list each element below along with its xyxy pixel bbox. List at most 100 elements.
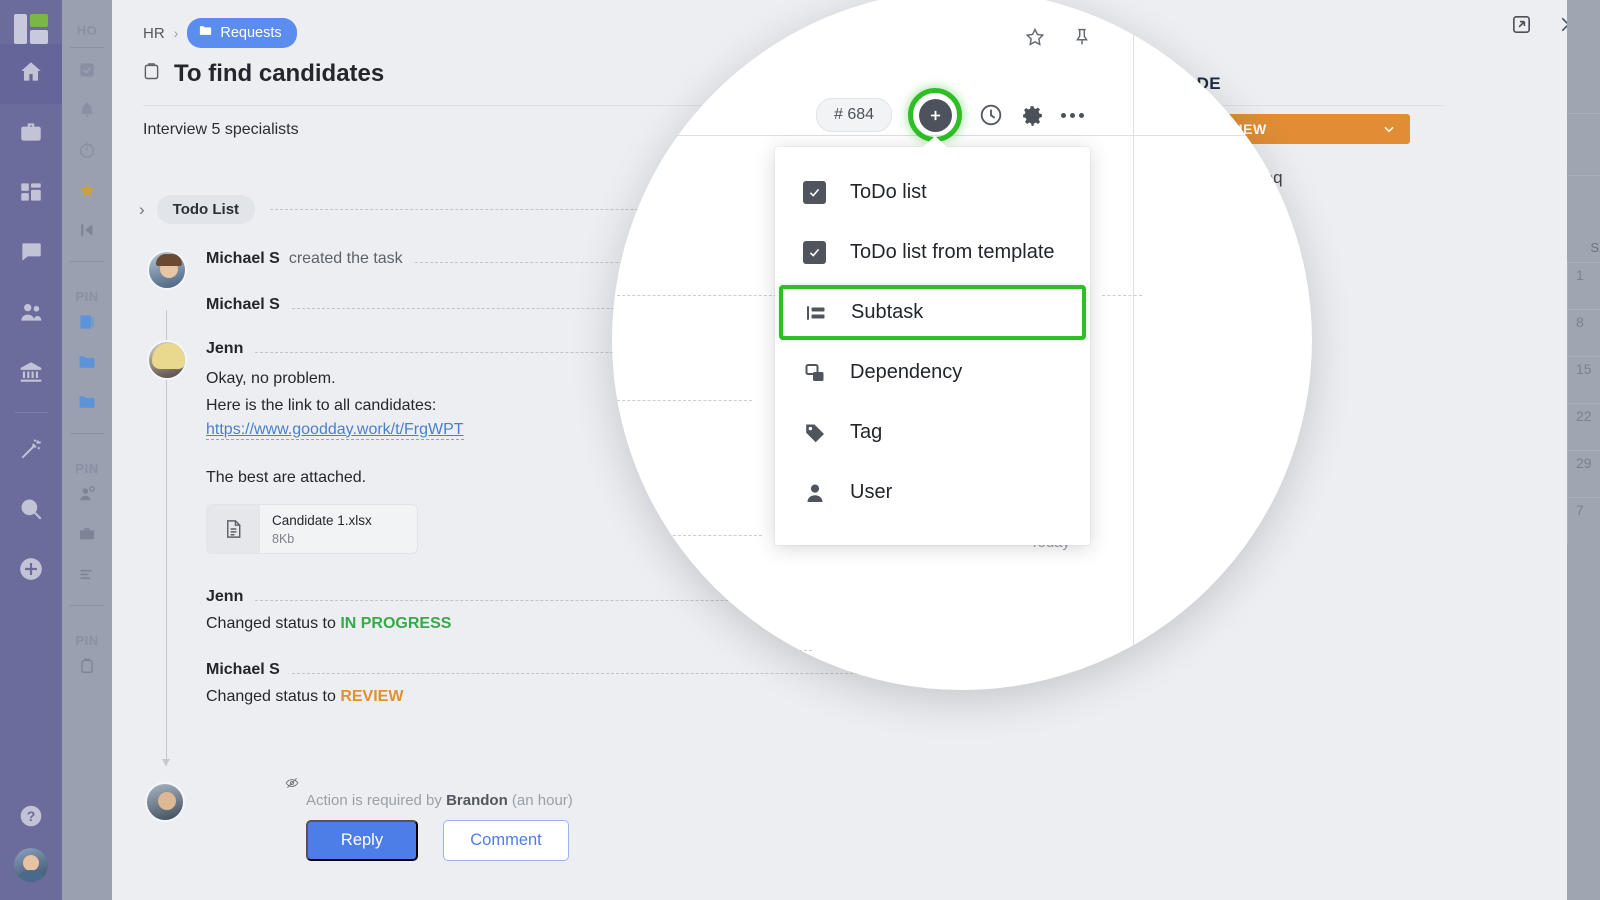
tag-icon — [802, 421, 827, 445]
sidebar-section-home: HO — [77, 23, 98, 38]
pin-icon[interactable] — [1071, 26, 1093, 53]
rail-item-organization[interactable] — [0, 344, 62, 404]
comment-button[interactable]: Comment — [443, 820, 569, 861]
breadcrumb-chip-label: Requests — [220, 25, 281, 41]
board-icon — [77, 312, 97, 337]
rail-item-create[interactable] — [0, 541, 62, 601]
sidebar-section-pinned-1: PIN — [75, 289, 98, 304]
reply-button[interactable]: Reply — [306, 820, 418, 861]
sidebar-item-collapse[interactable] — [62, 212, 112, 252]
calendar-panel: SAT SUN 1 2 83 96 154 16 — [1567, 0, 1600, 900]
status-prefix: Changed status to — [206, 615, 340, 632]
more-icon[interactable] — [1061, 113, 1084, 118]
calendar-grid: 1 2 83 96 154 16 223 231 — [1567, 262, 1600, 544]
calendar-day: 15 — [1576, 361, 1592, 377]
breadcrumb-root[interactable]: HR — [143, 25, 165, 42]
app-logo[interactable] — [14, 14, 48, 44]
sidebar-divider-2 — [70, 261, 104, 262]
star-icon[interactable] — [1024, 26, 1046, 53]
user-plus-icon — [77, 484, 97, 509]
sidebar-item-list[interactable] — [62, 556, 112, 596]
menu-item-todo-list-from-template[interactable]: ToDo list from template — [775, 225, 1090, 280]
briefcase-icon — [18, 119, 44, 150]
svg-text:?: ? — [27, 807, 36, 823]
calendar-day: 8 — [1576, 314, 1584, 330]
calendar-cell[interactable]: 1 — [1567, 263, 1600, 309]
add-button[interactable] — [908, 88, 962, 142]
calendar-header-sat: SAT — [1567, 240, 1600, 255]
attachment-name: Candidate 1.xlsx — [272, 513, 372, 528]
page-title-row: To find candidates — [141, 60, 384, 88]
list-icon — [77, 564, 97, 589]
spotlight-panel-divider — [1133, 0, 1134, 690]
calendar-cell[interactable]: 154 — [1567, 357, 1600, 403]
sidebar-item-briefcase[interactable] — [62, 516, 112, 556]
sidebar-item-clipboard[interactable] — [62, 648, 112, 688]
candidates-link[interactable]: https://www.goodday.work/t/FrgWPT — [206, 421, 464, 440]
rail-item-dashboard[interactable] — [0, 164, 62, 224]
folder-icon-2 — [77, 392, 97, 417]
dash-separator — [612, 295, 782, 296]
feed-author: Michael S — [206, 661, 280, 679]
dash-separator — [1102, 295, 1142, 296]
menu-item-subtask[interactable]: Subtask — [779, 285, 1086, 340]
attachment-card[interactable]: Candidate 1.xlsx 8Kb — [206, 504, 418, 554]
menu-item-dependency[interactable]: Dependency — [775, 345, 1090, 400]
calendar-cell[interactable]: 83 — [1567, 310, 1600, 356]
sidebar-section-pinned-2: PIN — [75, 461, 98, 476]
sidebar-divider-3 — [70, 433, 104, 434]
rail-item-automation[interactable] — [0, 421, 62, 481]
sidebar-item-timer[interactable] — [62, 132, 112, 172]
clock-icon[interactable] — [978, 102, 1004, 128]
attachment-size: 8Kb — [272, 532, 294, 546]
popout-icon[interactable] — [1510, 13, 1533, 41]
calendar-cell[interactable]: 291 — [1567, 451, 1600, 497]
menu-item-todo-list[interactable]: ToDo list — [775, 165, 1090, 220]
rail-item-projects[interactable] — [0, 104, 62, 164]
feed-author: Michael S — [206, 250, 280, 268]
collapse-icon — [77, 220, 97, 245]
rail-item-messenger[interactable] — [0, 224, 62, 284]
michael-avatar[interactable] — [147, 250, 187, 290]
secondary-sidebar: HO PIN PIN PIN — [62, 0, 112, 900]
menu-item-label: Subtask — [851, 301, 923, 324]
jenn-avatar[interactable] — [147, 340, 187, 380]
task-number-badge: # 684 — [816, 98, 892, 132]
breadcrumb-chip-requests[interactable]: Requests — [187, 18, 296, 48]
dashboard-icon — [18, 179, 44, 210]
add-button-highlight-ring — [908, 88, 962, 142]
folder-icon — [77, 352, 97, 377]
status-change-line: Changed status to REVIEW — [206, 688, 979, 706]
dash-separator — [612, 400, 752, 401]
page-subtitle: Interview 5 specialists — [143, 121, 299, 139]
sidebar-item-user-plus[interactable] — [62, 476, 112, 516]
sidebar-item-notifications[interactable] — [62, 92, 112, 132]
chat-icon — [18, 239, 44, 270]
footer-buttons: Reply Comment — [306, 820, 569, 861]
sidebar-item-board[interactable] — [62, 304, 112, 344]
calendar-cell[interactable]: 7 — [1567, 498, 1600, 544]
rail-item-search[interactable] — [0, 481, 62, 541]
calendar-week-row: 291 12 — [1567, 450, 1600, 497]
rail-item-users[interactable] — [0, 284, 62, 344]
menu-item-user[interactable]: User — [775, 465, 1090, 520]
current-user-avatar[interactable] — [14, 848, 48, 882]
sidebar-item-folder-2[interactable] — [62, 384, 112, 424]
rail-item-home[interactable] — [0, 44, 62, 104]
brandon-avatar[interactable] — [145, 782, 185, 822]
home-icon — [18, 59, 44, 90]
sidebar-item-tasks[interactable] — [62, 52, 112, 92]
sidebar-item-folder-1[interactable] — [62, 344, 112, 384]
sidebar-item-starred[interactable] — [62, 172, 112, 212]
calendar-header-row: SAT SUN — [1567, 240, 1600, 255]
menu-item-tag[interactable]: Tag — [775, 405, 1090, 460]
rail-item-help[interactable]: ? — [0, 788, 62, 848]
menu-item-label: Dependency — [850, 361, 962, 384]
hidden-eye-icon — [284, 776, 300, 788]
bank-icon — [18, 359, 44, 390]
file-icon — [207, 505, 260, 553]
calendar-cell[interactable]: 223 — [1567, 404, 1600, 450]
menu-item-label: ToDo list — [850, 181, 927, 204]
action-required-when: (an hour) — [512, 792, 573, 809]
gear-icon[interactable] — [1020, 103, 1045, 128]
